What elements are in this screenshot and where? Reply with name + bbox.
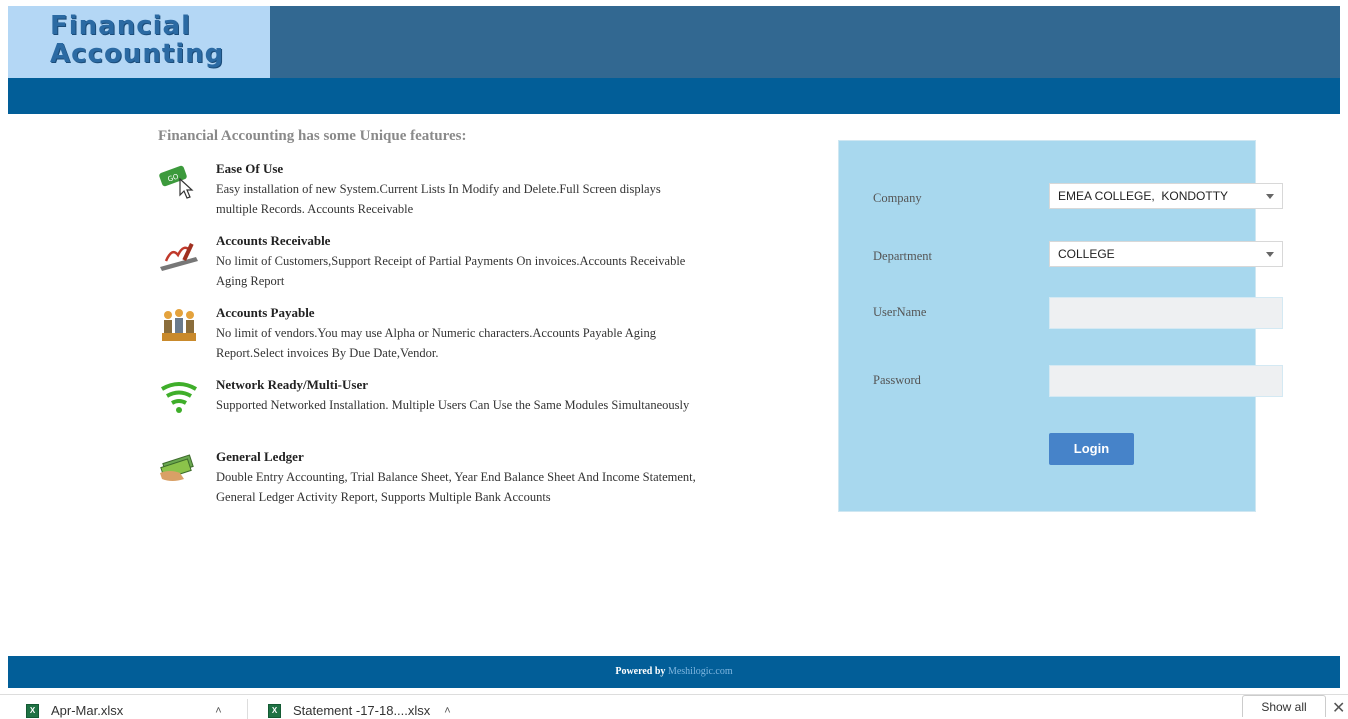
department-label: Department bbox=[873, 249, 933, 263]
password-label: Password bbox=[873, 373, 921, 387]
download-filename: Apr-Mar.xlsx bbox=[51, 703, 124, 718]
divider bbox=[247, 699, 248, 719]
nav-bar bbox=[8, 78, 1340, 114]
footer: Powered by Meshilogic.com bbox=[8, 656, 1340, 688]
feature-title: Accounts Receivable bbox=[216, 233, 331, 248]
logo-line-1: Financial bbox=[50, 11, 192, 41]
features-section: Financial Accounting has some Unique fea… bbox=[158, 128, 698, 521]
department-row: Department COLLEGE bbox=[873, 241, 1283, 273]
feature-title: General Ledger bbox=[216, 449, 304, 464]
money-icon bbox=[160, 454, 194, 481]
feature-ease-of-use: GO Ease Of Use Easy installation of new … bbox=[158, 161, 698, 227]
company-label: Company bbox=[873, 191, 922, 205]
department-selected-value: COLLEGE bbox=[1058, 247, 1115, 261]
logo: Financial Accounting bbox=[8, 6, 270, 78]
chevron-down-icon bbox=[1266, 252, 1274, 257]
excel-file-icon: X bbox=[268, 703, 281, 718]
feature-desc: No limit of Customers,Support Receipt of… bbox=[216, 254, 686, 288]
company-select[interactable]: EMEA COLLEGE, KONDOTTY bbox=[1049, 183, 1283, 209]
app-header: Financial Accounting bbox=[8, 6, 1340, 78]
feature-desc: No limit of vendors.You may use Alpha or… bbox=[216, 326, 656, 360]
department-select[interactable]: COLLEGE bbox=[1049, 241, 1283, 267]
powered-by-label: Powered by bbox=[615, 666, 666, 677]
chevron-up-icon[interactable]: ˄ bbox=[444, 705, 450, 717]
feature-desc: Easy installation of new System.Current … bbox=[216, 182, 661, 216]
feature-title: Ease Of Use bbox=[216, 161, 284, 176]
company-row: Company EMEA COLLEGE, KONDOTTY bbox=[873, 183, 1283, 215]
download-filename: Statement -17-18....xlsx bbox=[293, 703, 431, 718]
feature-general-ledger: General Ledger Double Entry Accounting, … bbox=[158, 449, 698, 515]
feature-accounts-payable: Accounts Payable No limit of vendors.You… bbox=[158, 305, 698, 371]
chevron-up-icon[interactable]: ˄ bbox=[215, 705, 221, 717]
download-item[interactable]: X Apr-Mar.xlsx ˄ bbox=[26, 701, 222, 719]
feature-title: Accounts Payable bbox=[216, 305, 315, 320]
meshilogic-link[interactable]: Meshilogic.com bbox=[668, 666, 733, 677]
excel-file-icon: X bbox=[26, 703, 39, 718]
company-selected-value: EMEA COLLEGE, KONDOTTY bbox=[1058, 189, 1229, 203]
password-row: Password bbox=[873, 365, 1283, 397]
logo-line-2: Accounting bbox=[50, 39, 225, 69]
feature-desc: Supported Networked Installation. Multip… bbox=[216, 398, 690, 412]
close-icon[interactable]: ✕ bbox=[1332, 698, 1345, 718]
download-item[interactable]: X Statement -17-18....xlsx ˄ bbox=[268, 701, 451, 719]
feature-title: Network Ready/Multi-User bbox=[216, 377, 368, 392]
username-input[interactable] bbox=[1049, 297, 1283, 329]
show-all-button[interactable]: Show all bbox=[1242, 695, 1326, 717]
feature-accounts-receivable: Accounts Receivable No limit of Customer… bbox=[158, 233, 698, 299]
username-row: UserName bbox=[873, 297, 1283, 329]
hand-writing-icon bbox=[160, 242, 198, 271]
cursor-click-icon: GO bbox=[159, 165, 194, 199]
feature-network-ready: Network Ready/Multi-User Supported Netwo… bbox=[158, 377, 698, 443]
password-input[interactable] bbox=[1049, 365, 1283, 397]
username-label: UserName bbox=[873, 305, 927, 319]
downloads-bar: X Apr-Mar.xlsx ˄ X Statement -17-18....x… bbox=[0, 694, 1348, 719]
feature-desc: Double Entry Accounting, Trial Balance S… bbox=[216, 470, 696, 504]
chevron-down-icon bbox=[1266, 194, 1274, 199]
login-button[interactable]: Login bbox=[1049, 433, 1134, 465]
login-panel: Company EMEA COLLEGE, KONDOTTY Departmen… bbox=[838, 140, 1283, 512]
features-title: Financial Accounting has some Unique fea… bbox=[158, 128, 467, 144]
users-group-icon bbox=[162, 309, 196, 341]
wifi-icon bbox=[160, 382, 198, 413]
